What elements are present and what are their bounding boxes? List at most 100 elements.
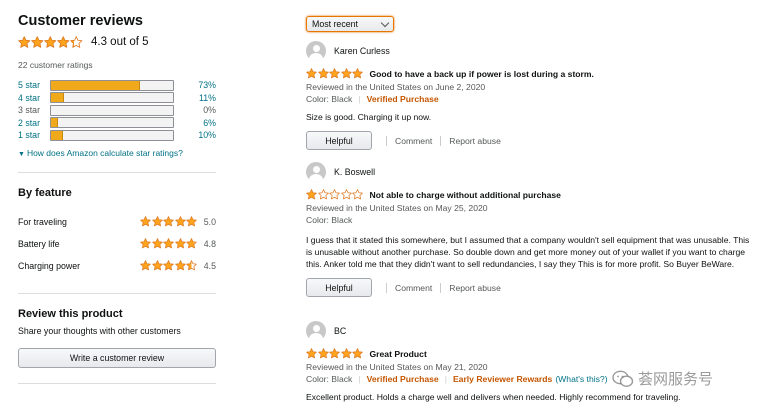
avatar-icon (306, 162, 326, 182)
star-full-icon (174, 238, 186, 249)
helpful-button[interactable]: Helpful (306, 131, 372, 150)
review-item: K. Boswell Not able to charge without ad… (306, 162, 756, 297)
review-title-row[interactable]: Not able to charge without additional pu… (306, 188, 756, 201)
star-full-icon (140, 260, 152, 271)
share-thoughts-text: Share your thoughts with other customers (18, 325, 181, 336)
feature-row: Charging power 4.5 (18, 255, 216, 277)
star-full-icon (140, 238, 152, 249)
feature-name: Charging power (18, 260, 81, 271)
histogram-row[interactable]: 1 star 10% (18, 129, 216, 142)
histogram-bar[interactable] (50, 129, 174, 141)
review-title-row[interactable]: Good to have a back up if power is lost … (306, 67, 756, 80)
review-author[interactable]: Karen Curless (306, 41, 756, 61)
sort-selected-value: Most recent (312, 19, 358, 29)
review-actions: Helpful Comment Report abuse (306, 131, 756, 150)
feature-value: 4.5 (203, 260, 216, 271)
review-title-row[interactable]: Great Product (306, 347, 756, 360)
verified-purchase-badge: Verified Purchase (366, 374, 439, 384)
star-full-icon (317, 348, 329, 359)
histogram-star-label[interactable]: 2 star (18, 118, 50, 128)
star-full-icon (329, 68, 340, 79)
review-date: Reviewed in the United States on June 2,… (306, 82, 486, 92)
feature-stars (140, 260, 198, 271)
sort-select[interactable]: Most recent (306, 16, 394, 32)
star-full-icon (317, 68, 329, 79)
histogram-bar[interactable] (50, 92, 174, 104)
review-author[interactable]: BC (306, 321, 756, 341)
star-full-icon (163, 238, 175, 249)
customer-reviews-heading: Customer reviews (18, 13, 143, 29)
average-rating-row: 4.3 out of 5 (18, 34, 216, 50)
separator (440, 282, 442, 293)
chevron-down-icon: ▼ (18, 150, 25, 158)
how-ratings-calculated-link[interactable]: ▼ How does Amazon calculate star ratings? (18, 148, 216, 158)
report-abuse-link[interactable]: Report abuse (449, 283, 501, 293)
star-full-icon (18, 35, 31, 48)
review-title[interactable]: Good to have a back up if power is lost … (370, 69, 594, 79)
feature-value: 4.8 (203, 238, 216, 249)
star-empty-icon (340, 189, 352, 200)
histogram-star-label[interactable]: 5 star (18, 80, 50, 90)
histogram-star-label: 3 star (18, 105, 41, 116)
wechat-icon (612, 370, 634, 387)
review-this-product-heading: Review this product (18, 307, 123, 320)
review-title[interactable]: Great Product (370, 349, 427, 359)
star-full-icon (163, 260, 175, 271)
comment-link[interactable]: Comment (395, 283, 432, 293)
how-ratings-link-text[interactable]: How does Amazon calculate star ratings? (27, 148, 183, 158)
star-full-icon (151, 238, 163, 249)
review-title[interactable]: Not able to charge without additional pu… (370, 190, 561, 200)
whats-this-link[interactable]: (What's this?) (555, 374, 607, 385)
review-author[interactable]: K. Boswell (306, 162, 756, 182)
star-full-icon (306, 348, 317, 359)
star-empty-icon (317, 189, 329, 200)
histogram-star-label[interactable]: 1 star (18, 130, 50, 140)
feature-row: Battery life 4.8 (18, 233, 216, 255)
histogram-percent[interactable]: 11% (174, 93, 216, 103)
histogram-bar-fill (51, 118, 59, 128)
histogram-percent[interactable]: 10% (174, 130, 216, 140)
watermark-text: 荟网服务号 (638, 370, 714, 388)
star-empty-icon (352, 189, 363, 200)
histogram-percent[interactable]: 6% (174, 118, 216, 128)
separator (386, 282, 387, 293)
histogram-bar[interactable] (50, 79, 174, 91)
reviewer-name[interactable]: BC (334, 326, 346, 336)
star-full-icon (151, 260, 163, 271)
histogram-bar[interactable] (50, 117, 174, 129)
separator: | (444, 374, 447, 384)
histogram-row[interactable]: 4 star 11% (18, 92, 216, 105)
ratings-summary-panel: Customer reviews 4.3 out of 5 22 custome… (18, 12, 216, 384)
feature-value: 5.0 (203, 216, 216, 227)
feature-name: For traveling (18, 216, 67, 227)
review-body: Excellent product. Holds a charge well a… (306, 392, 681, 402)
separator (440, 135, 442, 146)
star-full-icon (44, 35, 57, 48)
star-full-icon (340, 348, 352, 359)
histogram-row[interactable]: 2 star 6% (18, 117, 216, 130)
review-stars[interactable] (306, 189, 364, 200)
reviewer-name[interactable]: K. Boswell (334, 167, 375, 177)
helpful-button[interactable]: Helpful (306, 278, 372, 297)
star-full-icon (329, 348, 340, 359)
histogram-bar (50, 104, 174, 116)
histogram-star-label[interactable]: 4 star (18, 93, 50, 103)
report-abuse-link[interactable]: Report abuse (449, 136, 501, 146)
write-review-button[interactable]: Write a customer review (18, 347, 216, 368)
total-ratings: 22 customer ratings (18, 60, 93, 70)
reviewer-name[interactable]: Karen Curless (334, 46, 390, 56)
feature-ratings-list: For traveling 5.0 Battery life 4.8 Charg… (18, 211, 216, 277)
histogram-bar-fill (51, 130, 64, 140)
star-full-icon (340, 68, 352, 79)
review-stars[interactable] (306, 68, 364, 79)
review-body: Size is good. Charging it up now. (306, 112, 432, 122)
histogram-bar-fill (51, 93, 65, 103)
histogram-percent[interactable]: 73% (174, 80, 216, 90)
review-stars[interactable] (306, 348, 364, 359)
star-full-icon (306, 189, 317, 200)
histogram-row[interactable]: 5 star 73% (18, 79, 216, 92)
star-half-icon (186, 260, 198, 271)
separator: | (358, 374, 361, 384)
star-full-icon (174, 216, 186, 227)
comment-link[interactable]: Comment (395, 136, 432, 146)
